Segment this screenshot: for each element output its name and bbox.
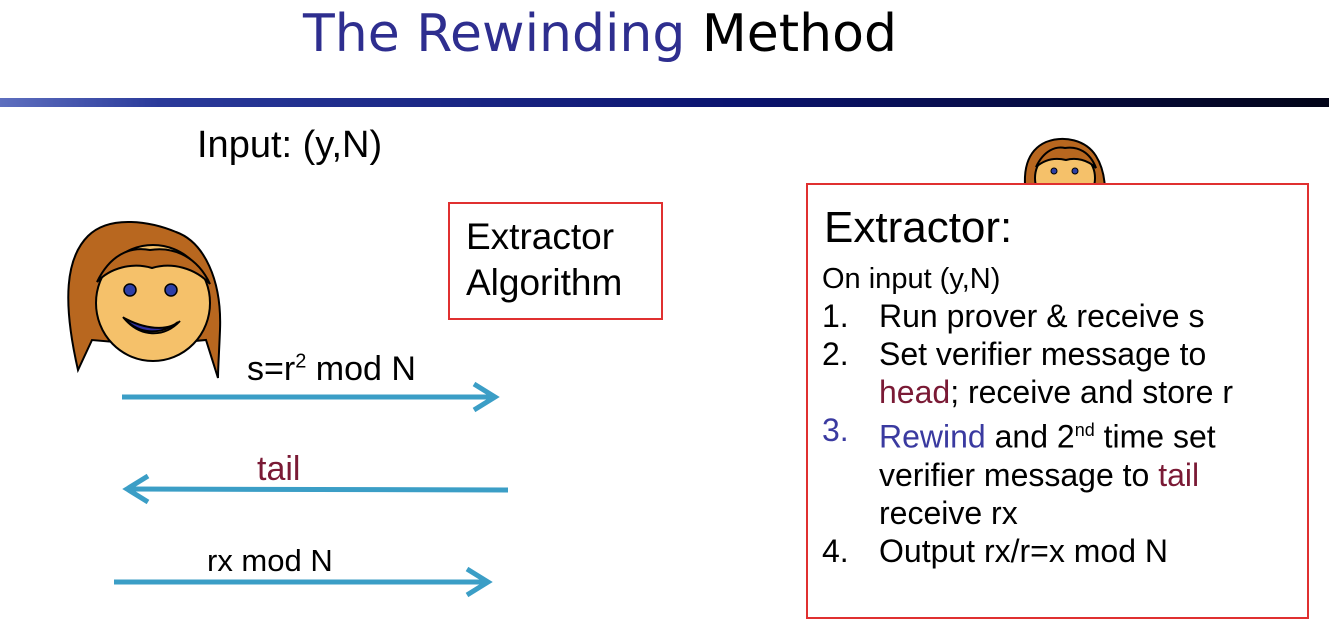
arrow-3-right [114, 566, 493, 598]
step-2-line1: Set verifier message to [879, 336, 1207, 372]
step-3-line2: verifier message to [879, 456, 1159, 493]
step-4-number: 4. [822, 532, 849, 569]
step-3-superscript: nd [1074, 420, 1095, 440]
arrow-1-right [122, 381, 500, 413]
step-1-number: 1. [822, 298, 849, 334]
panel-title: Extractor: [824, 203, 1013, 252]
step-4: 4. Output rx/r=x mod N [822, 532, 1233, 570]
step-1: 1. Run prover & receive s [822, 297, 1233, 335]
prover-face-large-icon [67, 221, 222, 379]
step-3-number: 3. [822, 412, 849, 448]
step-2-number: 2. [822, 336, 849, 372]
step-2: 2. Set verifier message to head; receive a… [822, 335, 1233, 411]
step-3-tail-word: tail [1158, 456, 1200, 493]
extractor-steps-list: 1. Run prover & receive s 2. Set verifier … [822, 297, 1233, 570]
step-1-text: Run prover & receive s [879, 298, 1205, 334]
arrow-2-left [122, 473, 509, 505]
extractor-panel: Extractor: On input (y,N) 1. Run prover &… [806, 183, 1309, 619]
step-3-line3: receive rx [879, 494, 1018, 531]
step-2-line2: ; receive and store r [950, 374, 1233, 410]
panel-subtitle: On input (y,N) [822, 263, 1001, 295]
step-4-text: Output rx/r=x mod N [879, 532, 1168, 569]
step-2-head-word: head [879, 374, 951, 410]
step-3-mid: and 2 [985, 418, 1075, 455]
step-3-after: time set [1094, 418, 1216, 455]
step-3: 3. Rewind and 2nd time set verifier messag… [822, 411, 1233, 532]
step-3-rewind-word: Rewind [879, 418, 986, 455]
